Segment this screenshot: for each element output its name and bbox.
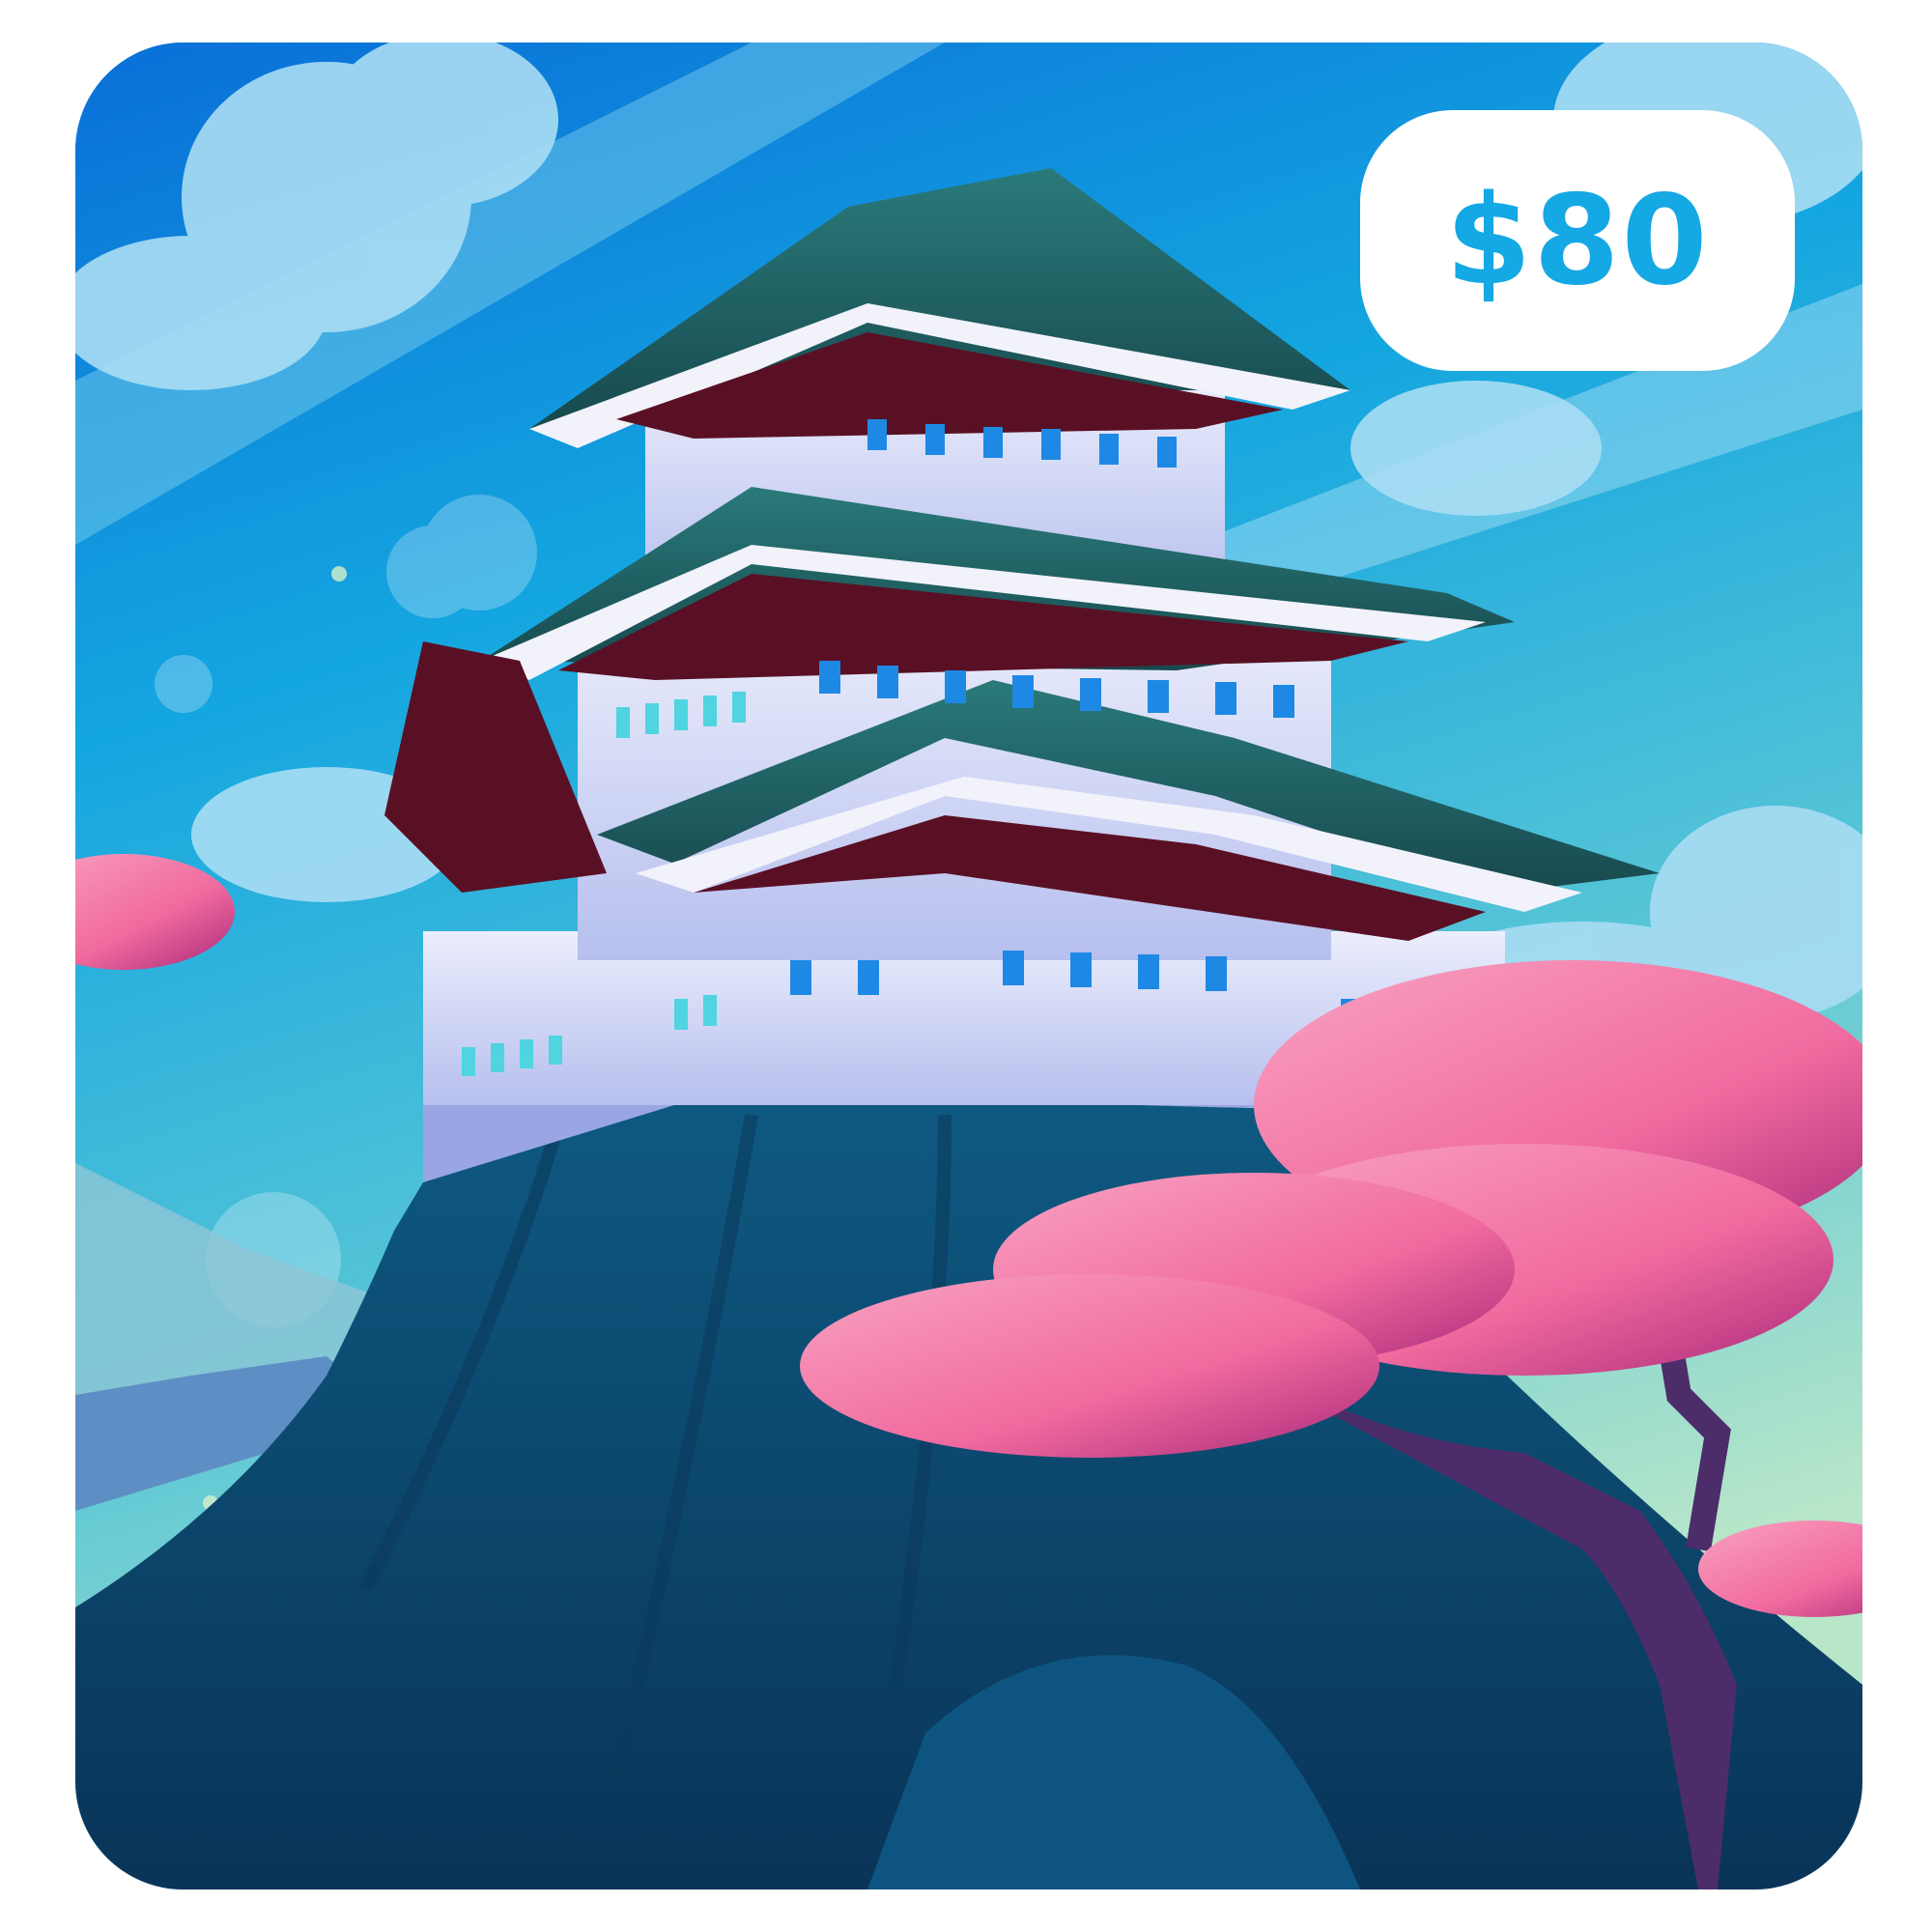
price-label: $80	[1445, 168, 1710, 313]
price-badge[interactable]: $80	[1360, 110, 1795, 371]
item-card[interactable]: $80	[75, 43, 1862, 1889]
